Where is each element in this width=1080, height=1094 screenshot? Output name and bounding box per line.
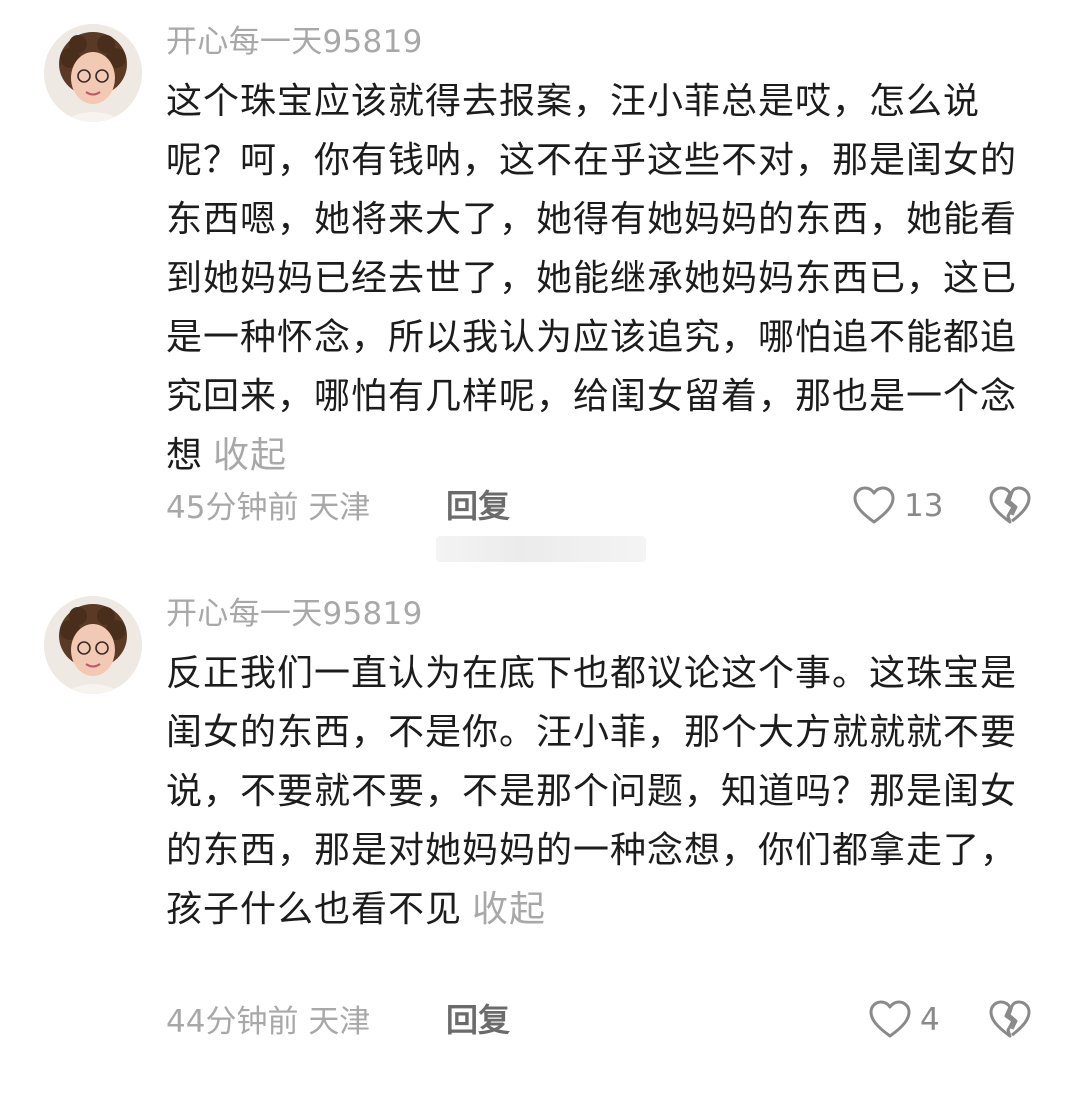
username[interactable]: 开心每一天95819	[166, 594, 423, 634]
comment-text: 反正我们一直认为在底下也都议论这个事。这珠宝是闺女的东西，不是你。汪小菲，那个大…	[166, 644, 1026, 939]
timestamp: 44分钟前	[166, 1004, 299, 1040]
location: 天津	[308, 1004, 371, 1040]
comment-body: 反正我们一直认为在底下也都议论这个事。这珠宝是闺女的东西，不是你。汪小菲，那个大…	[166, 653, 1018, 930]
reply-button[interactable]: 回复	[446, 1000, 510, 1040]
avatar[interactable]	[44, 596, 142, 694]
avatar[interactable]	[44, 24, 142, 122]
like-count: 13	[904, 488, 944, 524]
like-button[interactable]: 4	[868, 1000, 940, 1040]
like-count: 4	[920, 1002, 940, 1038]
collapse-link[interactable]: 收起	[472, 889, 546, 930]
collapse-link[interactable]: 收起	[213, 435, 287, 476]
comment-meta: 45分钟前 天津	[166, 488, 370, 528]
comment-meta: 44分钟前 天津	[166, 1002, 370, 1042]
comment-text: 这个珠宝应该就得去报案，汪小菲总是哎，怎么说呢？呵，你有钱呐，这不在乎这些不对，…	[166, 72, 1026, 485]
username[interactable]: 开心每一天95819	[166, 22, 423, 62]
reply-button[interactable]: 回复	[446, 486, 510, 526]
separator	[436, 536, 646, 562]
location: 天津	[308, 490, 371, 526]
dislike-button[interactable]	[988, 486, 1032, 530]
heart-outline-icon	[853, 486, 895, 524]
broken-heart-icon	[989, 486, 1031, 524]
like-button[interactable]: 13	[852, 486, 943, 526]
comment-body: 这个珠宝应该就得去报案，汪小菲总是哎，怎么说呢？呵，你有钱呐，这不在乎这些不对，…	[166, 81, 1018, 476]
timestamp: 45分钟前	[166, 490, 299, 526]
broken-heart-icon	[989, 1000, 1031, 1038]
heart-outline-icon	[869, 1000, 911, 1038]
dislike-button[interactable]	[988, 1000, 1032, 1044]
